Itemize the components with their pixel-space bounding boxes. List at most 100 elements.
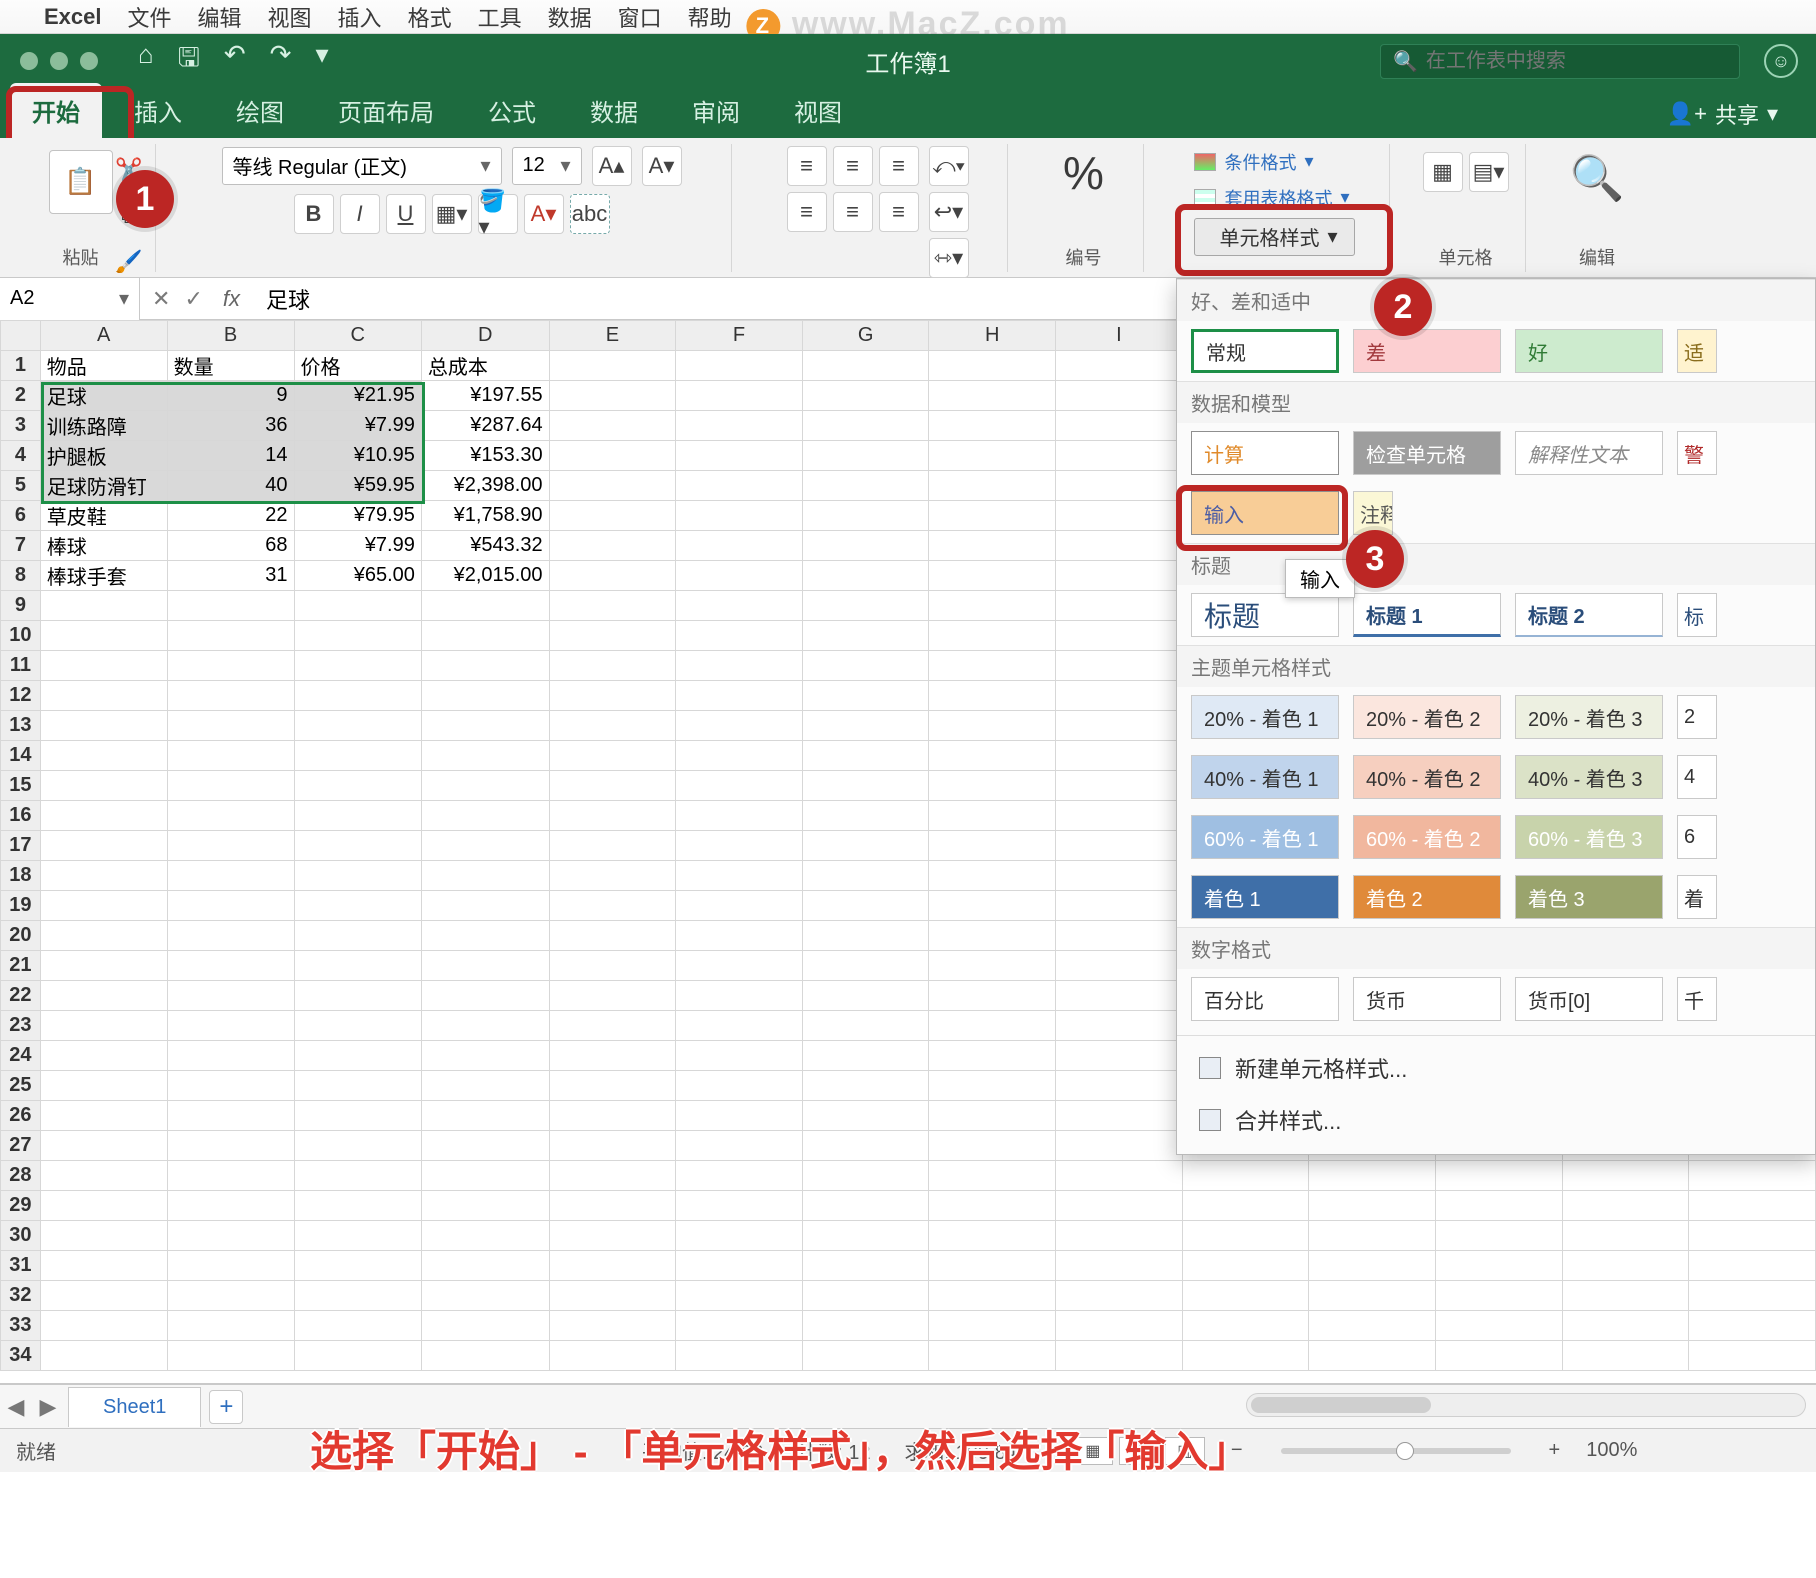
menu-help[interactable]: 帮助 [688,1,732,33]
cell[interactable] [167,741,294,771]
cell-style-gallery[interactable]: 好、差和适中常规差好适数据和模型计算检查单元格解释性文本警输入注释输入标题标题标… [1176,278,1816,1155]
cell[interactable] [929,651,1056,681]
cell[interactable] [167,651,294,681]
cell[interactable] [1056,531,1183,561]
cell[interactable] [1182,1161,1309,1191]
style-option[interactable]: 标题 [1191,593,1339,637]
row-header[interactable]: 13 [1,711,41,741]
cell[interactable]: 价格 [294,351,421,381]
cell[interactable] [167,1071,294,1101]
conditional-format-button[interactable]: 条件格式 ▾ [1194,146,1354,178]
col-header[interactable]: I [1056,321,1183,351]
cell[interactable] [1182,1341,1309,1371]
cell[interactable]: 足球 [40,381,167,411]
cell[interactable] [549,1101,676,1131]
cell[interactable] [167,861,294,891]
row-header[interactable]: 26 [1,1101,41,1131]
cell[interactable] [294,771,421,801]
name-box[interactable]: A2▾ [0,278,140,320]
cancel-formula-icon[interactable]: ✕ [152,286,170,312]
new-cell-style-menu[interactable]: 新建单元格样式... [1177,1042,1815,1094]
cell[interactable] [167,1341,294,1371]
cell[interactable] [676,801,803,831]
merge-styles-menu[interactable]: 合并样式... [1177,1094,1815,1146]
cell[interactable] [40,921,167,951]
cell[interactable] [167,1161,294,1191]
cell[interactable] [421,891,549,921]
cell[interactable] [294,1101,421,1131]
row-header[interactable]: 9 [1,591,41,621]
style-option[interactable]: 着 [1677,875,1717,919]
cell[interactable] [167,981,294,1011]
cell[interactable] [294,1071,421,1101]
cell[interactable] [294,711,421,741]
cell[interactable] [676,681,803,711]
cell[interactable] [676,351,803,381]
cell[interactable] [40,651,167,681]
cell[interactable] [676,591,803,621]
row-header[interactable]: 19 [1,891,41,921]
cell[interactable] [802,1041,929,1071]
cell[interactable] [802,411,929,441]
cell[interactable] [929,1101,1056,1131]
cell[interactable] [294,1221,421,1251]
row-header[interactable]: 17 [1,831,41,861]
cell[interactable] [1056,591,1183,621]
style-option[interactable]: 标题 1 [1353,593,1501,637]
fill-color-button[interactable]: 🪣▾ [478,194,518,234]
underline-button[interactable]: U [386,194,426,234]
cell[interactable] [929,591,1056,621]
cell[interactable] [676,981,803,1011]
style-option[interactable]: 常规 [1191,329,1339,373]
col-header[interactable]: E [549,321,676,351]
col-header[interactable]: B [167,321,294,351]
row-header[interactable]: 14 [1,741,41,771]
cell[interactable] [1056,1101,1183,1131]
cell[interactable] [1056,741,1183,771]
cell[interactable] [421,711,549,741]
cell-style-button[interactable]: 单元格样式 ▾ [1194,218,1354,256]
format-cells-icon[interactable]: ▤▾ [1469,152,1509,192]
cell[interactable] [1689,1161,1816,1191]
align-right-icon[interactable]: ≡ [879,192,919,232]
cell[interactable] [549,621,676,651]
cell[interactable] [421,1311,549,1341]
style-option[interactable]: 适 [1677,329,1717,373]
style-option[interactable]: 着色 1 [1191,875,1339,919]
menu-window[interactable]: 窗口 [618,1,662,33]
cell[interactable] [802,1131,929,1161]
cell[interactable] [167,831,294,861]
cell[interactable]: ¥59.95 [294,471,421,501]
orientation-icon[interactable]: ⤺▾ [929,146,969,186]
cell[interactable] [294,1161,421,1191]
cell[interactable] [1056,561,1183,591]
font-name-combo[interactable]: 等线 Regular (正文)▾ [222,147,502,185]
row-header[interactable]: 29 [1,1191,41,1221]
cell[interactable] [549,1341,676,1371]
cell[interactable]: 31 [167,561,294,591]
wrap-text-icon[interactable]: ↩︎▾ [929,192,969,232]
cell[interactable] [549,951,676,981]
cell[interactable] [40,1191,167,1221]
cell[interactable] [40,1221,167,1251]
cell[interactable] [549,681,676,711]
col-header[interactable]: F [676,321,803,351]
cell[interactable] [1689,1281,1816,1311]
cell[interactable] [676,891,803,921]
merge-icon[interactable]: ⇿▾ [929,238,969,278]
cell[interactable] [40,1281,167,1311]
cell[interactable] [1056,771,1183,801]
tab-view[interactable]: 视图 [772,83,864,138]
row-header[interactable]: 3 [1,411,41,441]
cell[interactable] [1056,1341,1183,1371]
cell[interactable] [167,1221,294,1251]
cell[interactable] [929,411,1056,441]
format-painter-icon[interactable]: 🖌️ [109,242,149,282]
cell[interactable] [929,1281,1056,1311]
cell[interactable] [167,1311,294,1341]
style-option[interactable]: 着色 2 [1353,875,1501,919]
cell[interactable] [929,831,1056,861]
cell[interactable] [929,561,1056,591]
cell[interactable] [1435,1281,1562,1311]
cell[interactable] [1435,1341,1562,1371]
